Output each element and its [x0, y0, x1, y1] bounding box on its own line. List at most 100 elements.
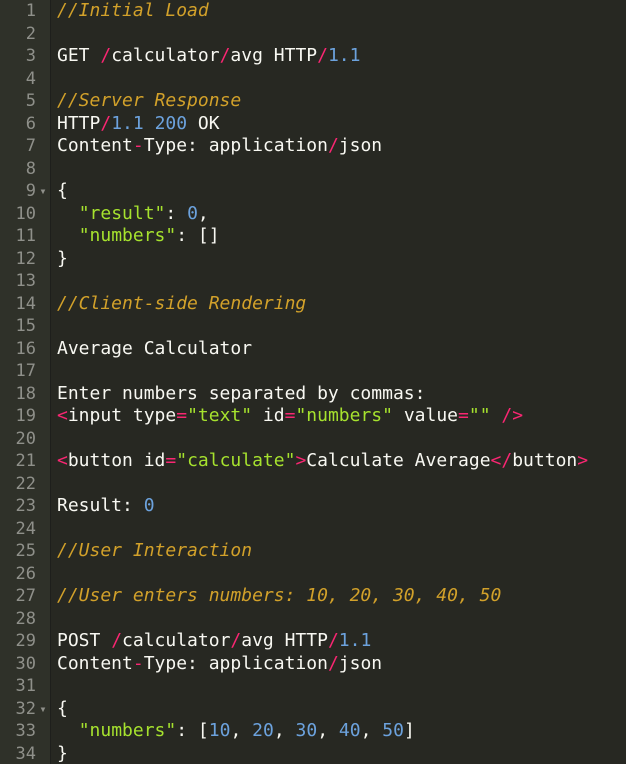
fold-arrow-icon[interactable]: ▾: [38, 698, 48, 721]
code-token: HTTP: [57, 112, 101, 134]
code-line[interactable]: 32 ▾ {: [0, 698, 626, 721]
code-line[interactable]: 24: [0, 518, 626, 541]
code-token: //User Interaction: [57, 540, 253, 561]
code-text[interactable]: Average Calculator: [57, 338, 252, 361]
code-token: avg HTTP: [241, 630, 328, 651]
code-line[interactable]: 2: [0, 23, 626, 46]
code-text[interactable]: Enter numbers separated by commas:: [57, 383, 425, 406]
fold-arrow-icon[interactable]: ▾: [38, 180, 48, 203]
code-text[interactable]: <input type="text" id="numbers" value=""…: [57, 405, 523, 428]
code-line[interactable]: 25 //User Interaction: [0, 540, 626, 563]
code-line[interactable]: 10 "result": 0,: [0, 203, 626, 226]
code-token: "text": [187, 405, 253, 426]
code-text[interactable]: "result": 0,: [57, 203, 209, 226]
code-text[interactable]: Content-Type: application/json: [57, 135, 382, 158]
code-editor[interactable]: 1//Initial Load 2 3 GET /calculator/avg HTT…: [0, 0, 626, 764]
code-line[interactable]: 7 Content-Type: application/json: [0, 135, 626, 158]
line-number: 29: [15, 631, 36, 651]
line-number: 5: [25, 91, 36, 111]
code-line[interactable]: 4: [0, 68, 626, 91]
code-token: 40: [338, 720, 361, 741]
code-line[interactable]: 29 POST /calculator/avg HTTP/1.1: [0, 630, 626, 653]
code-token: ,: [317, 720, 339, 741]
code-text[interactable]: Result: 0: [57, 495, 155, 518]
code-token: json: [338, 135, 383, 156]
code-token: "": [468, 405, 491, 426]
code-line[interactable]: 15: [0, 315, 626, 338]
code-line[interactable]: 20: [0, 428, 626, 451]
code-line[interactable]: 33 "numbers": [10, 20, 30, 40, 50]: [0, 720, 626, 743]
code-line[interactable]: 13: [0, 270, 626, 293]
line-number: 34: [15, 743, 36, 764]
code-line[interactable]: 9 ▾ {: [0, 180, 626, 203]
code-line[interactable]: 26: [0, 563, 626, 586]
code-token: {: [57, 180, 68, 201]
code-line[interactable]: 1 //Initial Load: [0, 0, 626, 23]
code-text[interactable]: HTTP/1.1 200 OK: [57, 113, 220, 136]
code-token: /: [230, 630, 242, 651]
line-number: 32: [15, 698, 36, 719]
code-line[interactable]: 8: [0, 158, 626, 181]
code-text[interactable]: {: [57, 698, 68, 721]
code-text[interactable]: "numbers": []: [57, 225, 220, 248]
code-text[interactable]: //Server Response: [57, 90, 241, 113]
code-line[interactable]: 16 Average Calculator: [0, 338, 626, 361]
code-line[interactable]: 23 Result: 0: [0, 495, 626, 518]
code-token: "numbers": [78, 720, 177, 741]
code-line[interactable]: 21 <button id="calculate">Calculate Avera…: [0, 450, 626, 473]
code-token: <: [57, 405, 68, 426]
line-number: 23: [15, 496, 36, 516]
code-line[interactable]: 6 HTTP/1.1 200 OK: [0, 113, 626, 136]
line-number: 7: [25, 136, 36, 156]
code-token: /: [100, 112, 112, 134]
code-text[interactable]: //Client-side Rendering: [57, 293, 306, 316]
code-token: OK: [187, 112, 220, 134]
code-line[interactable]: 14 //Client-side Rendering: [0, 293, 626, 316]
line-number: 26: [15, 563, 36, 584]
code-token: 20: [252, 720, 274, 741]
code-lines[interactable]: 1//Initial Load 2 3 GET /calculator/avg HTT…: [0, 0, 626, 764]
line-number: 20: [15, 428, 36, 449]
code-token: Enter numbers separated by commas:: [57, 382, 426, 404]
code-text[interactable]: "numbers": [10, 20, 30, 40, 50]: [57, 720, 415, 743]
code-line[interactable]: 22: [0, 473, 626, 496]
code-text[interactable]: POST /calculator/avg HTTP/1.1: [57, 630, 371, 653]
code-text[interactable]: }: [57, 743, 68, 764]
line-number: 15: [15, 316, 36, 336]
code-line[interactable]: 34}: [0, 743, 626, 764]
code-token: Calculate Average: [306, 450, 491, 471]
line-number: 9: [25, 181, 36, 201]
code-text[interactable]: //Initial Load: [57, 0, 209, 23]
code-token: </: [490, 450, 513, 471]
code-line[interactable]: 27 //User enters numbers: 10, 20, 30, 40,…: [0, 585, 626, 608]
code-token: ,: [273, 720, 296, 741]
code-token: >: [295, 450, 307, 471]
code-token: /: [100, 45, 112, 66]
code-token: ,: [230, 720, 253, 741]
code-token: =: [284, 405, 296, 426]
code-text[interactable]: //User Interaction: [57, 540, 252, 563]
code-line[interactable]: 12}: [0, 248, 626, 271]
code-line[interactable]: 31: [0, 675, 626, 698]
code-text[interactable]: Content-Type: application/json: [57, 653, 382, 676]
line-number: 30: [15, 653, 36, 674]
line-number: 18: [15, 383, 36, 404]
code-line[interactable]: 28: [0, 608, 626, 631]
code-line[interactable]: 30 Content-Type: application/json: [0, 653, 626, 676]
code-line[interactable]: 17: [0, 360, 626, 383]
code-text[interactable]: GET /calculator/avg HTTP/1.1: [57, 45, 360, 68]
code-token: POST: [57, 630, 112, 651]
code-line[interactable]: 5 //Server Response: [0, 90, 626, 113]
code-line[interactable]: 18 Enter numbers separated by commas:: [0, 383, 626, 406]
code-token: "result": [78, 202, 166, 224]
code-text[interactable]: }: [57, 248, 68, 271]
code-line[interactable]: 19 <input type="text" id="numbers" value=…: [0, 405, 626, 428]
line-number: 13: [15, 271, 36, 291]
code-text[interactable]: //User enters numbers: 10, 20, 30, 40, 5…: [57, 585, 501, 608]
code-token: :: [165, 202, 188, 224]
code-line[interactable]: 11 "numbers": []: [0, 225, 626, 248]
code-text[interactable]: <button id="calculate">Calculate Average…: [57, 450, 588, 473]
code-text[interactable]: {: [57, 180, 68, 203]
code-line[interactable]: 3 GET /calculator/avg HTTP/1.1: [0, 45, 626, 68]
